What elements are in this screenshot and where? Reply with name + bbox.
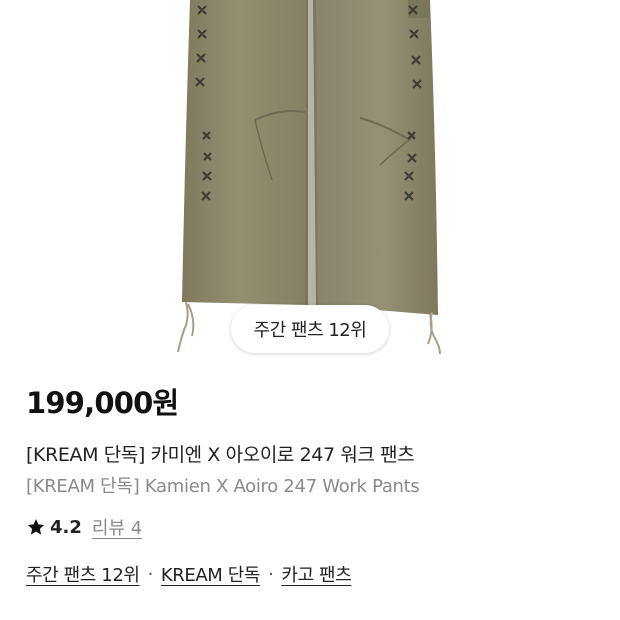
star-icon — [27, 519, 45, 535]
pants-left-leg — [182, 0, 308, 305]
review-count-link[interactable]: 리뷰 4 — [92, 514, 142, 540]
tag-weekly-pants-rank[interactable]: 주간 팬츠 12위 — [26, 561, 140, 587]
product-price: 199,000원 — [26, 386, 179, 420]
product-title-korean: [KREAM 단독] 카미엔 X 아오이로 247 워크 팬츠 — [26, 444, 415, 466]
tag-list: 주간 팬츠 12위 · KREAM 단독 · 카고 팬츠 — [26, 561, 352, 587]
weekly-rank-label: 주간 팬츠 12위 — [253, 320, 367, 341]
product-detail-page: 주간 팬츠 12위 199,000원 [KREAM 단독] 카미엔 X 아오이로… — [0, 0, 620, 620]
tag-separator: · — [147, 563, 154, 585]
tag-kream-exclusive[interactable]: KREAM 단독 — [161, 561, 261, 587]
rating-row: 4.2 리뷰 4 — [26, 514, 142, 540]
product-title-english: [KREAM 단독] Kamien X Aoiro 247 Work Pants — [26, 476, 420, 497]
rating-value: 4.2 — [50, 516, 82, 538]
tag-cargo-pants[interactable]: 카고 팬츠 — [281, 561, 351, 587]
weekly-rank-badge[interactable]: 주간 팬츠 12위 — [231, 305, 389, 353]
pants-right-leg — [313, 0, 438, 315]
tag-separator: · — [268, 563, 274, 585]
